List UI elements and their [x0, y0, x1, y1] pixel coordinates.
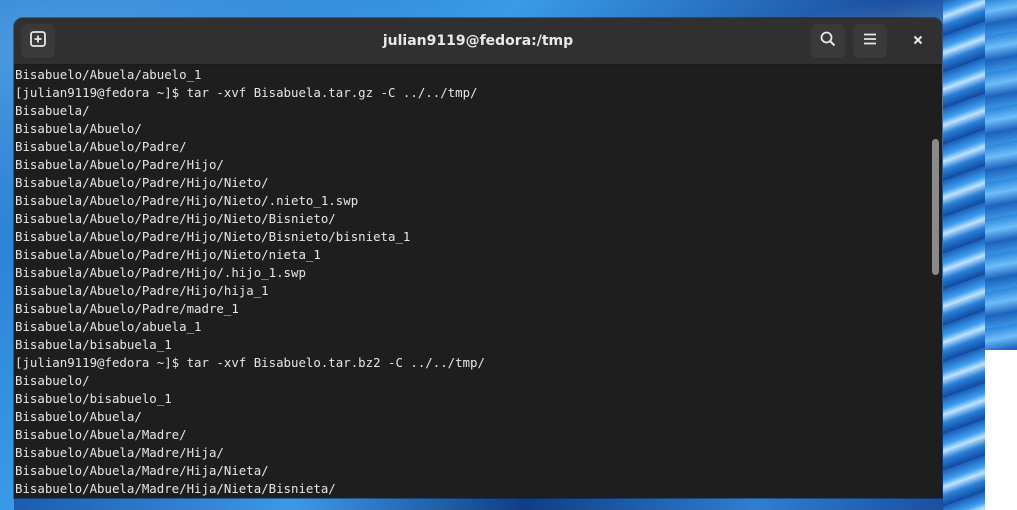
scrollbar-thumb[interactable] — [932, 139, 939, 275]
terminal-line: Bisabuelo/Abuela/abuelo_1 — [15, 67, 202, 82]
hamburger-menu-icon — [861, 30, 879, 52]
terminal-line: Bisabuela/Abuelo/Padre/Hijo/Nieto/Bisnie… — [15, 211, 336, 226]
header-bar[interactable]: julian9119@fedora:/tmp — [14, 18, 942, 65]
terminal-line: Bisabuela/Abuelo/Padre/ — [15, 139, 187, 154]
desktop-wallpaper-bottom — [14, 498, 943, 510]
desktop-wallpaper-corner — [985, 0, 1017, 350]
terminal-line: Bisabuelo/Abuela/ — [15, 409, 142, 424]
terminal-line: [julian9119@fedora ~]$ tar -xvf Bisabuel… — [15, 355, 485, 370]
close-icon — [911, 32, 925, 51]
desktop-wallpaper-edge — [943, 0, 985, 510]
new-tab-icon — [29, 30, 47, 52]
terminal-line: Bisabuela/Abuelo/Padre/Hijo/hija_1 — [15, 283, 269, 298]
terminal-line: Bisabuela/Abuelo/Padre/Hijo/Nieto/nieta_… — [15, 247, 321, 262]
terminal-lines: Bisabuelo/Abuela/abuelo_1 [julian9119@fed… — [15, 66, 485, 498]
terminal-line: Bisabuelo/ — [15, 373, 90, 388]
close-button[interactable] — [901, 24, 935, 58]
terminal-line: Bisabuela/Abuelo/ — [15, 121, 142, 136]
terminal-line: Bisabuelo/Abuela/Madre/Hija/ — [15, 445, 224, 460]
terminal-window: julian9119@fedora:/tmp Bisabuelo/Abuela/… — [14, 18, 942, 498]
terminal-line: Bisabuela/Abuelo/Padre/Hijo/Nieto/ — [15, 175, 269, 190]
new-tab-button[interactable] — [21, 24, 55, 58]
terminal-line: Bisabuela/Abuelo/Padre/Hijo/Nieto/.nieto… — [15, 193, 359, 208]
terminal-output[interactable]: Bisabuelo/Abuela/abuelo_1 [julian9119@fed… — [14, 65, 930, 498]
terminal-line: Bisabuelo/Abuela/Madre/ — [15, 427, 187, 442]
terminal-line: Bisabuelo/Abuela/Madre/Hija/Nieta/ — [15, 463, 269, 478]
terminal-line: [julian9119@fedora ~]$ tar -xvf Bisabuel… — [15, 85, 478, 100]
terminal-line: Bisabuela/Abuelo/abuela_1 — [15, 319, 202, 334]
terminal-line: Bisabuelo/Abuela/Madre/Hija/Nieta/Bisnie… — [15, 481, 336, 496]
terminal-scrollbar[interactable] — [930, 65, 942, 498]
terminal-line: Bisabuela/ — [15, 103, 90, 118]
terminal-line: Bisabuela/Abuelo/Padre/Hijo/Nieto/Bisnie… — [15, 229, 411, 244]
main-menu-button[interactable] — [853, 24, 887, 58]
terminal-line: Bisabuelo/bisabuelo_1 — [15, 391, 172, 406]
search-icon — [819, 30, 837, 52]
terminal-line: Bisabuela/Abuelo/Padre/Hijo/ — [15, 157, 224, 172]
terminal-line: Bisabuela/Abuelo/Padre/Hijo/.hijo_1.swp — [15, 265, 306, 280]
terminal-line: Bisabuela/bisabuela_1 — [15, 337, 172, 352]
window-title: julian9119@fedora:/tmp — [382, 33, 574, 49]
terminal-line: Bisabuela/Abuelo/Padre/madre_1 — [15, 301, 239, 316]
search-button[interactable] — [811, 24, 845, 58]
